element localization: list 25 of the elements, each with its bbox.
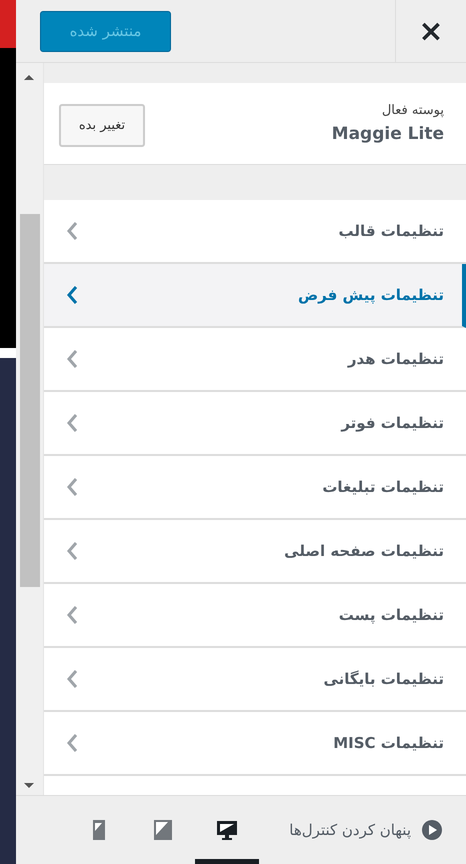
- chevron-icon: [66, 349, 78, 369]
- play-icon: [421, 819, 443, 841]
- scroll-up-arrow-icon[interactable]: [23, 74, 35, 81]
- hide-controls-button[interactable]: پنهان کردن کنترل‌ها: [289, 796, 466, 864]
- menu-item[interactable]: تنظیمات هدر: [44, 328, 466, 392]
- menu-item[interactable]: تنظیمات MISC: [44, 712, 466, 776]
- chevron-icon: [66, 605, 78, 625]
- menu-item[interactable]: تنظیمات پیش فرض: [44, 264, 466, 328]
- chevron-icon: [66, 413, 78, 433]
- change-theme-button[interactable]: تغییر بده: [59, 104, 145, 147]
- chevron-icon: [66, 285, 78, 305]
- chevron-icon: [66, 477, 78, 497]
- menu-item[interactable]: تنظیمات تبلیغات: [44, 456, 466, 520]
- scroll-down-arrow-icon[interactable]: [23, 782, 35, 789]
- menu-item[interactable]: تنظیمات فوتر: [44, 392, 466, 456]
- chevron-icon: [66, 221, 78, 241]
- menu-item[interactable]: تنظیمات بایگانی: [44, 648, 466, 712]
- chevron-icon: [66, 541, 78, 561]
- theme-name: Maggie Lite: [332, 124, 444, 144]
- menu-item[interactable]: تنظیمات پست: [44, 584, 466, 648]
- active-theme-label: پوسته فعال: [380, 103, 444, 118]
- chevron-icon: [66, 733, 78, 753]
- chevron-icon: [66, 669, 78, 689]
- menu-item[interactable]: تنظیمات صفحه اصلی: [44, 520, 466, 584]
- menu-item[interactable]: تنظیمات قالب: [44, 200, 466, 264]
